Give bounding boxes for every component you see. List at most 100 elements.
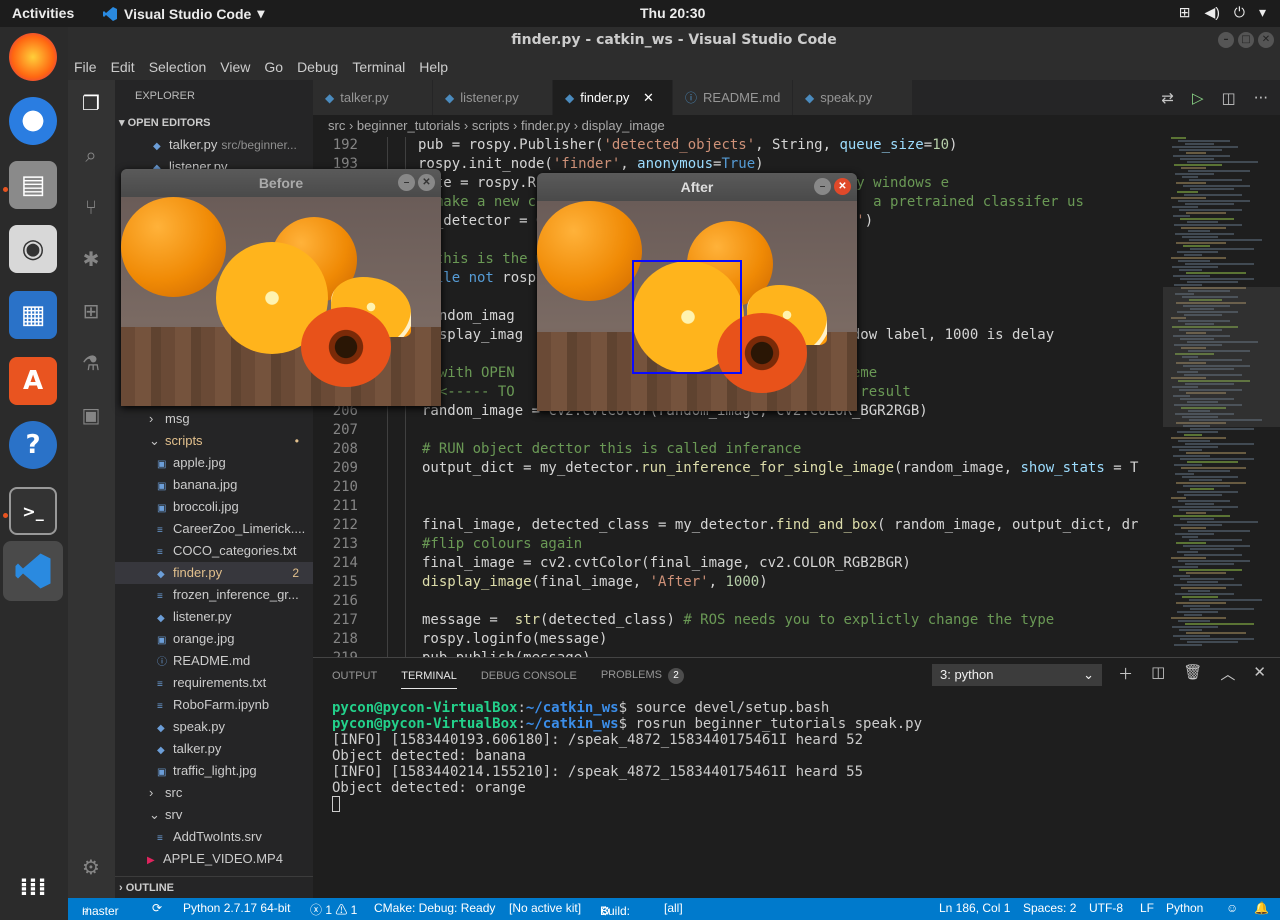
file-tree-item[interactable]: ▣ apple.jpg [115, 452, 313, 474]
more-icon[interactable]: ··· [1254, 89, 1268, 107]
file-tree-item[interactable]: ▣ banana.jpg [115, 474, 313, 496]
file-tree-item[interactable]: ≡ requirements.txt [115, 672, 313, 694]
activities-button[interactable]: Activities [12, 5, 74, 21]
help-icon[interactable]: ? [9, 421, 57, 469]
file-tree-item[interactable]: ◆ talker.py [115, 738, 313, 760]
feedback-icon[interactable]: ☺ [1226, 901, 1238, 915]
before-image-window[interactable]: Before – ✕ [121, 169, 441, 406]
software-center-icon[interactable]: A [9, 357, 57, 405]
system-tray[interactable]: ⊞ ◀) ⏻ ▾ [1179, 4, 1266, 21]
app-menu[interactable]: Visual Studio Code ▾ [102, 5, 264, 22]
breadcrumb-item[interactable]: finder.py [521, 118, 570, 133]
tab-speak-py[interactable]: ◆ speak.py [793, 80, 913, 115]
sync-icon[interactable]: ⟳ [152, 901, 162, 915]
remote-icon[interactable]: ▣ [76, 400, 106, 430]
minimize-button[interactable]: – [398, 174, 415, 191]
tab-talker-py[interactable]: ◆ talker.py [313, 80, 433, 115]
show-apps-icon[interactable]: ⁞⁞⁞ [9, 863, 57, 911]
panel-tab-terminal[interactable]: TERMINAL [401, 670, 457, 689]
file-tree-item[interactable]: ⌄ scripts • [115, 430, 313, 452]
menu-debug[interactable]: Debug [297, 59, 338, 75]
gear-icon[interactable]: ⚙ [76, 852, 106, 882]
explorer-icon[interactable]: ❐ [76, 88, 106, 118]
extensions-icon[interactable]: ⊞ [76, 296, 106, 326]
menu-view[interactable]: View [220, 59, 250, 75]
kit-status[interactable]: [No active kit] [509, 901, 581, 915]
open-editors-section[interactable]: ▾ OPEN EDITORS [115, 112, 313, 134]
panel-tab-debug-console[interactable]: DEBUG CONSOLE [481, 670, 577, 682]
minimize-button[interactable]: – [1218, 32, 1234, 48]
file-tree-item[interactable]: ▣ broccoli.jpg [115, 496, 313, 518]
thunderbird-icon[interactable] [9, 97, 57, 145]
file-tree-item[interactable]: ▶ APPLE_VIDEO.MP4 [115, 848, 313, 870]
file-tree-item[interactable]: ≡ frozen_inference_gr... [115, 584, 313, 606]
file-tree-item[interactable]: ◆ listener.py [115, 606, 313, 628]
menu-help[interactable]: Help [419, 59, 448, 75]
chevron-up-icon[interactable]: ︿ [1220, 663, 1235, 684]
firefox-icon[interactable] [9, 33, 57, 81]
breadcrumb-item[interactable]: display_image [582, 118, 665, 133]
writer-icon[interactable]: ▦ [9, 291, 57, 339]
target-status[interactable]: [all] [664, 901, 683, 915]
terminal-output[interactable]: pycon@pycon-VirtualBox:~/catkin_ws$ sour… [332, 700, 922, 812]
cmake-status[interactable]: CMake: Debug: Ready [374, 901, 495, 915]
file-tree-item[interactable]: ≡ AddTwoInts.srv [115, 826, 313, 848]
split-terminal-icon[interactable]: ◫ [1151, 663, 1165, 684]
breadcrumb-item[interactable]: src [328, 118, 345, 133]
file-tree-item[interactable]: › msg [115, 408, 313, 430]
files-icon[interactable]: ▤ [9, 161, 57, 209]
file-tree-item[interactable]: ≡ RoboFarm.ipynb [115, 694, 313, 716]
language-mode[interactable]: Python [1166, 901, 1203, 915]
menu-file[interactable]: File [74, 59, 97, 75]
close-button[interactable]: ✕ [1258, 32, 1274, 48]
after-image-window[interactable]: After – ✕ [537, 173, 857, 411]
menu-go[interactable]: Go [264, 59, 283, 75]
minimap[interactable] [1163, 137, 1280, 657]
close-icon[interactable]: ✕ [639, 90, 654, 105]
file-tree-item[interactable]: ≡ CareerZoo_Limerick.... [115, 518, 313, 540]
problems-status[interactable]: ⓧ 1 ⚠ 1 [310, 901, 357, 918]
bell-icon[interactable]: 🔔 [1254, 901, 1269, 915]
vscode-dock-icon[interactable] [3, 541, 63, 601]
plus-icon[interactable]: ＋ [1118, 663, 1133, 684]
file-tree-item[interactable]: ⌄ srv [115, 804, 313, 826]
file-tree-item[interactable]: ◆ speak.py [115, 716, 313, 738]
panel-tab-problems[interactable]: PROBLEMS 2 [601, 667, 684, 684]
close-icon[interactable]: ✕ [1253, 663, 1266, 684]
close-button[interactable]: ✕ [418, 174, 435, 191]
terminal-selector[interactable]: 3: python ⌄ [932, 664, 1102, 686]
tab-listener-py[interactable]: ◆ listener.py [433, 80, 553, 115]
file-tree-item[interactable]: › src [115, 782, 313, 804]
breadcrumb-item[interactable]: beginner_tutorials [357, 118, 460, 133]
menu-terminal[interactable]: Terminal [352, 59, 405, 75]
line-ending[interactable]: LF [1140, 901, 1154, 915]
breadcrumb-item[interactable]: scripts [472, 118, 510, 133]
cursor-position[interactable]: Ln 186, Col 1 [939, 901, 1010, 915]
minimize-button[interactable]: – [814, 178, 831, 195]
panel-tab-output[interactable]: OUTPUT [332, 670, 377, 682]
menu-edit[interactable]: Edit [111, 59, 135, 75]
maximize-button[interactable]: □ [1238, 32, 1254, 48]
tab-finder-py[interactable]: ◆ finder.py ✕ [553, 80, 673, 115]
trash-icon[interactable]: 🗑 [1183, 663, 1202, 684]
source-control-icon[interactable]: ⑂ [76, 192, 106, 222]
run-icon[interactable]: ▷ [1192, 89, 1204, 107]
python-interpreter[interactable]: Python 2.7.17 64-bit [183, 901, 290, 915]
open-editor-item[interactable]: ◆ talker.py src/beginner... [115, 134, 313, 156]
compare-icon[interactable]: ⇄ [1161, 89, 1174, 107]
tab-README-md[interactable]: ⓘ README.md [673, 80, 793, 115]
file-tree-item[interactable]: ⓘ README.md [115, 650, 313, 672]
rhythmbox-icon[interactable]: ◉ [9, 225, 57, 273]
indentation[interactable]: Spaces: 2 [1023, 901, 1076, 915]
file-tree-item[interactable]: ≡ COCO_categories.txt [115, 540, 313, 562]
debug-icon[interactable]: ✱ [76, 244, 106, 274]
close-button[interactable]: ✕ [834, 178, 851, 195]
file-tree-item[interactable]: ◆ finder.py 2 [115, 562, 313, 584]
terminal-icon[interactable]: >_ [9, 487, 57, 535]
menu-selection[interactable]: Selection [149, 59, 207, 75]
file-tree-item[interactable]: ▣ orange.jpg [115, 628, 313, 650]
outline-section[interactable]: › OUTLINE [115, 876, 313, 898]
split-editor-icon[interactable]: ◫ [1222, 89, 1236, 107]
encoding[interactable]: UTF-8 [1089, 901, 1123, 915]
clock[interactable]: Thu 20:30 [640, 5, 705, 21]
